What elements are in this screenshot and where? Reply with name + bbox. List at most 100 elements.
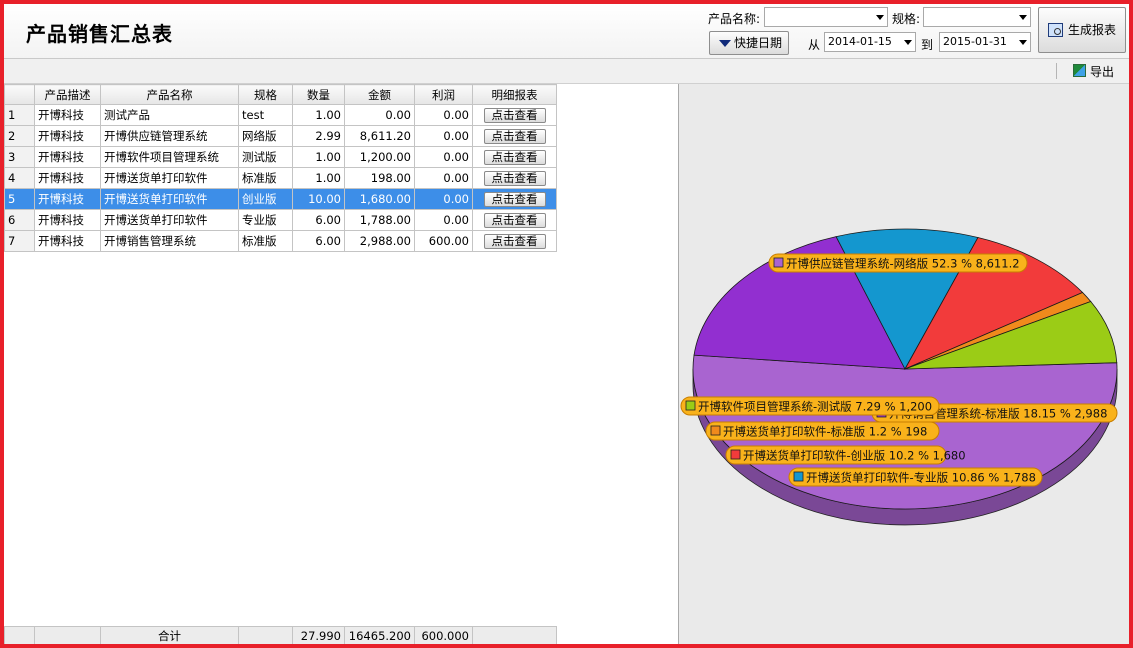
view-detail-button[interactable]: 点击查看 — [483, 212, 546, 228]
cell-spec: 专业版 — [238, 209, 293, 231]
cell-spec: 标准版 — [238, 167, 293, 189]
cell-amount: 2,988.00 — [344, 230, 415, 252]
chevron-down-icon — [876, 15, 884, 20]
row-index-cell: 3 — [4, 146, 35, 168]
pie-label-3: 开博送货单打印软件-创业版 10.2 % 1,680 — [725, 445, 966, 465]
cell-qty: 6.00 — [292, 209, 345, 231]
cell-name: 开博送货单打印软件 — [100, 209, 239, 231]
cell-desc: 开博科技 — [34, 146, 101, 168]
cell-action: 点击查看 — [472, 230, 557, 252]
cell-amount: 1,788.00 — [344, 209, 415, 231]
table-row[interactable]: 2 开博科技 开博供应链管理系统 网络版 2.99 8,611.20 0.00 点击查看 — [4, 125, 557, 147]
cell-action: 点击查看 — [472, 209, 557, 231]
row-index-cell: 5 — [4, 188, 35, 210]
cell-name: 开博软件项目管理系统 — [100, 146, 239, 168]
cell-action: 点击查看 — [472, 146, 557, 168]
to-label: 到 — [921, 38, 934, 52]
column-header[interactable]: 规格 — [238, 84, 293, 105]
from-label: 从 — [808, 38, 821, 52]
row-index-cell: 6 — [4, 209, 35, 231]
to-date-picker[interactable]: 2015-01-31 — [939, 32, 1031, 52]
svg-text:开博软件项目管理系统-测试版 7.29 % 1,200: 开博软件项目管理系统-测试版 7.29 % 1,200 — [698, 400, 932, 414]
cell-desc: 开博科技 — [34, 188, 101, 210]
dropdown-triangle-icon — [719, 40, 731, 47]
cell-amount: 0.00 — [344, 104, 415, 126]
header-bar: 产品销售汇总表 产品名称: 规格: 快捷日期 从 2014-01-15 到 20… — [4, 4, 1129, 59]
total-profit: 600.000 — [414, 626, 473, 646]
column-header[interactable]: 数量 — [292, 84, 345, 105]
product-name-select[interactable] — [764, 7, 888, 27]
cell-profit: 0.00 — [414, 209, 473, 231]
generate-report-button[interactable]: 生成报表 — [1038, 7, 1126, 53]
chevron-down-icon — [904, 40, 912, 45]
table-row[interactable]: 6 开博科技 开博送货单打印软件 专业版 6.00 1,788.00 0.00 点击查看 — [4, 209, 557, 231]
pie-label-0: 开博供应链管理系统-网络版 52.3 % 8,611.2 — [768, 253, 1028, 273]
pie-label-2: 开博送货单打印软件-专业版 10.86 % 1,788 — [788, 467, 1043, 487]
cell-name: 开博供应链管理系统 — [100, 125, 239, 147]
export-label: 导出 — [1090, 65, 1115, 79]
svg-text:开博供应链管理系统-网络版 52.3 % 8,611.2: 开博供应链管理系统-网络版 52.3 % 8,611.2 — [786, 257, 1020, 271]
cell-spec: 标准版 — [238, 230, 293, 252]
table-row[interactable]: 4 开博科技 开博送货单打印软件 标准版 1.00 198.00 0.00 点击查看 — [4, 167, 557, 189]
row-index-cell: 2 — [4, 125, 35, 147]
export-button[interactable]: 导出 — [1073, 63, 1114, 80]
pie-label-5: 开博软件项目管理系统-测试版 7.29 % 1,200 — [680, 396, 940, 416]
chevron-down-icon — [1019, 15, 1027, 20]
table-row[interactable]: 3 开博科技 开博软件项目管理系统 测试版 1.00 1,200.00 0.00 点击查看 — [4, 146, 557, 168]
column-header[interactable]: 金额 — [344, 84, 415, 105]
cell-amount: 198.00 — [344, 167, 415, 189]
view-detail-button[interactable]: 点击查看 — [483, 128, 546, 144]
row-index-cell: 4 — [4, 167, 35, 189]
table-row[interactable]: 7 开博科技 开博销售管理系统 标准版 6.00 2,988.00 600.00 点击查看 — [4, 230, 557, 252]
cell-profit: 600.00 — [414, 230, 473, 252]
view-detail-button[interactable]: 点击查看 — [483, 170, 546, 186]
cell-profit: 0.00 — [414, 104, 473, 126]
view-detail-button[interactable]: 点击查看 — [483, 233, 546, 249]
cell-qty: 1.00 — [292, 146, 345, 168]
cell-desc: 开博科技 — [34, 209, 101, 231]
cell-desc: 开博科技 — [34, 125, 101, 147]
column-header[interactable]: 利润 — [414, 84, 473, 105]
view-detail-button[interactable]: 点击查看 — [483, 149, 546, 165]
totals-row: 合计 27.990 16465.200 600.000 — [4, 626, 557, 646]
table-header-row: 产品描述 产品名称 规格 数量 金额 利润 明细报表 — [4, 84, 557, 105]
view-detail-button[interactable]: 点击查看 — [483, 191, 546, 207]
cell-amount: 8,611.20 — [344, 125, 415, 147]
cell-profit: 0.00 — [414, 146, 473, 168]
export-icon — [1073, 64, 1086, 77]
cell-spec: 创业版 — [238, 188, 293, 210]
column-header[interactable]: 产品名称 — [100, 84, 239, 105]
cell-action: 点击查看 — [472, 188, 557, 210]
quick-date-button[interactable]: 快捷日期 — [709, 31, 789, 55]
cell-desc: 开博科技 — [34, 104, 101, 126]
cell-desc: 开博科技 — [34, 167, 101, 189]
from-date-picker[interactable]: 2014-01-15 — [824, 32, 916, 52]
to-date-value: 2015-01-31 — [943, 35, 1007, 48]
generate-report-label: 生成报表 — [1068, 23, 1117, 37]
toolbar: 导出 — [4, 59, 1129, 84]
pie-chart: 开博供应链管理系统-网络版 52.3 % 8,611.2开博销售管理系统-标准版… — [680, 228, 1118, 526]
cell-amount: 1,680.00 — [344, 188, 415, 210]
table-row[interactable]: 1 开博科技 测试产品 test 1.00 0.00 0.00 点击查看 — [4, 104, 557, 126]
cell-name: 测试产品 — [100, 104, 239, 126]
svg-text:开博送货单打印软件-专业版 10.86 % 1,788: 开博送货单打印软件-专业版 10.86 % 1,788 — [806, 471, 1036, 485]
table-row[interactable]: 5 开博科技 开博送货单打印软件 创业版 10.00 1,680.00 0.00 点击查看 — [4, 188, 557, 210]
cell-spec: test — [238, 104, 293, 126]
cell-name: 开博送货单打印软件 — [100, 188, 239, 210]
cell-name: 开博送货单打印软件 — [100, 167, 239, 189]
column-header[interactable]: 产品描述 — [34, 84, 101, 105]
row-index-cell: 7 — [4, 230, 35, 252]
report-icon — [1048, 23, 1063, 37]
column-header[interactable]: 明细报表 — [472, 84, 557, 105]
pie-chart-panel: 开博供应链管理系统-网络版 52.3 % 8,611.2 开博销售管理系统-标准版… — [679, 84, 1129, 644]
cell-spec: 测试版 — [238, 146, 293, 168]
cell-qty: 2.99 — [292, 125, 345, 147]
cell-qty: 1.00 — [292, 104, 345, 126]
view-detail-button[interactable]: 点击查看 — [483, 107, 546, 123]
svg-text:开博送货单打印软件-标准版 1.2 % 198: 开博送货单打印软件-标准版 1.2 % 198 — [723, 425, 927, 439]
cell-qty: 1.00 — [292, 167, 345, 189]
totals-label: 合计 — [100, 626, 239, 646]
pie-label-4: 开博送货单打印软件-标准版 1.2 % 198 — [705, 421, 940, 441]
spec-select[interactable] — [923, 7, 1031, 27]
row-index-header — [4, 84, 35, 105]
